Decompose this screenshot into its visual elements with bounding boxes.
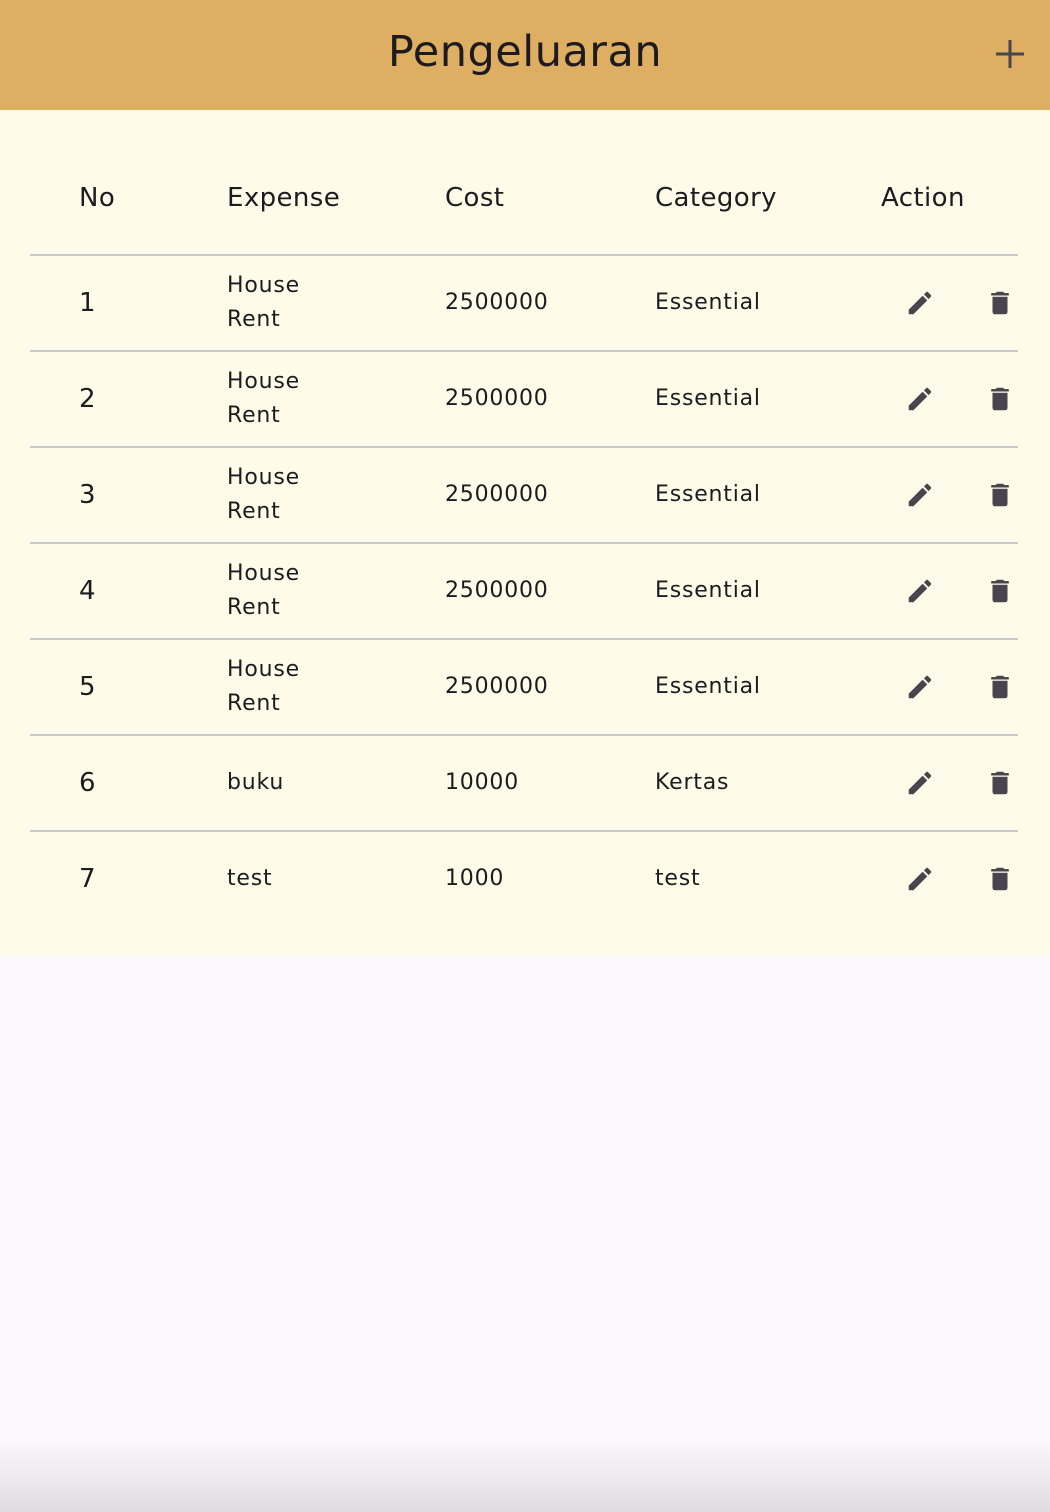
edit-icon bbox=[905, 288, 935, 318]
table-row: 4 House Rent 2500000 Essential bbox=[30, 542, 1018, 638]
delete-icon bbox=[985, 384, 1015, 414]
row-expense: House Rent bbox=[227, 465, 300, 524]
bottom-shadow bbox=[0, 1440, 1050, 1512]
row-number: 6 bbox=[79, 768, 97, 798]
row-cost: 2500000 bbox=[445, 482, 549, 507]
edit-icon bbox=[905, 768, 935, 798]
delete-button[interactable] bbox=[976, 663, 1024, 711]
delete-button[interactable] bbox=[976, 375, 1024, 423]
edit-button[interactable] bbox=[896, 759, 944, 807]
delete-icon bbox=[985, 288, 1015, 318]
delete-icon bbox=[985, 672, 1015, 702]
edit-button[interactable] bbox=[896, 279, 944, 327]
table-row: 3 House Rent 2500000 Essential bbox=[30, 446, 1018, 542]
edit-icon bbox=[905, 864, 935, 894]
row-cost: 1000 bbox=[445, 866, 505, 891]
column-header-action: Action bbox=[881, 183, 965, 213]
row-expense: House Rent bbox=[227, 657, 300, 716]
expense-table: No Expense Cost Category Action 1 House R… bbox=[0, 110, 1050, 956]
row-number: 4 bbox=[79, 576, 97, 606]
row-category: test bbox=[655, 866, 701, 891]
delete-icon bbox=[985, 864, 1015, 894]
row-expense: test bbox=[227, 866, 273, 891]
table-row: 2 House Rent 2500000 Essential bbox=[30, 350, 1018, 446]
edit-button[interactable] bbox=[896, 663, 944, 711]
row-cost: 2500000 bbox=[445, 386, 549, 411]
edit-button[interactable] bbox=[896, 471, 944, 519]
row-category: Essential bbox=[655, 482, 761, 507]
row-expense: House Rent bbox=[227, 369, 300, 428]
page-title: Pengeluaran bbox=[387, 27, 663, 77]
delete-icon bbox=[985, 480, 1015, 510]
delete-button[interactable] bbox=[976, 759, 1024, 807]
edit-icon bbox=[905, 672, 935, 702]
edit-button[interactable] bbox=[896, 375, 944, 423]
column-header-expense: Expense bbox=[227, 183, 341, 213]
table-row: 5 House Rent 2500000 Essential bbox=[30, 638, 1018, 734]
row-cost: 10000 bbox=[445, 770, 519, 795]
row-expense: buku bbox=[227, 770, 285, 795]
row-number: 3 bbox=[79, 480, 97, 510]
edit-icon bbox=[905, 480, 935, 510]
row-number: 7 bbox=[79, 864, 97, 894]
delete-icon bbox=[985, 576, 1015, 606]
edit-icon bbox=[905, 384, 935, 414]
column-header-cost: Cost bbox=[445, 183, 505, 213]
column-header-no: No bbox=[79, 183, 116, 213]
row-cost: 2500000 bbox=[445, 290, 549, 315]
edit-button[interactable] bbox=[896, 567, 944, 615]
column-header-category: Category bbox=[655, 183, 777, 213]
delete-button[interactable] bbox=[976, 471, 1024, 519]
delete-button[interactable] bbox=[976, 567, 1024, 615]
table-row: 6 buku 10000 Kertas bbox=[30, 734, 1018, 830]
table-row: 1 House Rent 2500000 Essential bbox=[30, 254, 1018, 350]
row-number: 2 bbox=[79, 384, 97, 414]
edit-icon bbox=[905, 576, 935, 606]
row-expense: House Rent bbox=[227, 561, 300, 620]
row-number: 5 bbox=[79, 672, 97, 702]
edit-button[interactable] bbox=[896, 855, 944, 903]
plus-icon bbox=[996, 40, 1024, 68]
app-bar: Pengeluaran bbox=[0, 0, 1050, 110]
row-number: 1 bbox=[79, 288, 97, 318]
table-row: 7 test 1000 test bbox=[30, 830, 1018, 926]
row-cost: 2500000 bbox=[445, 578, 549, 603]
row-expense: House Rent bbox=[227, 273, 300, 332]
row-category: Essential bbox=[655, 674, 761, 699]
table-header: No Expense Cost Category Action bbox=[30, 150, 1018, 246]
row-category: Essential bbox=[655, 290, 761, 315]
row-category: Kertas bbox=[655, 770, 730, 795]
delete-icon bbox=[985, 768, 1015, 798]
row-category: Essential bbox=[655, 578, 761, 603]
delete-button[interactable] bbox=[976, 855, 1024, 903]
row-cost: 2500000 bbox=[445, 674, 549, 699]
row-category: Essential bbox=[655, 386, 761, 411]
add-expense-button[interactable] bbox=[986, 30, 1034, 78]
delete-button[interactable] bbox=[976, 279, 1024, 327]
